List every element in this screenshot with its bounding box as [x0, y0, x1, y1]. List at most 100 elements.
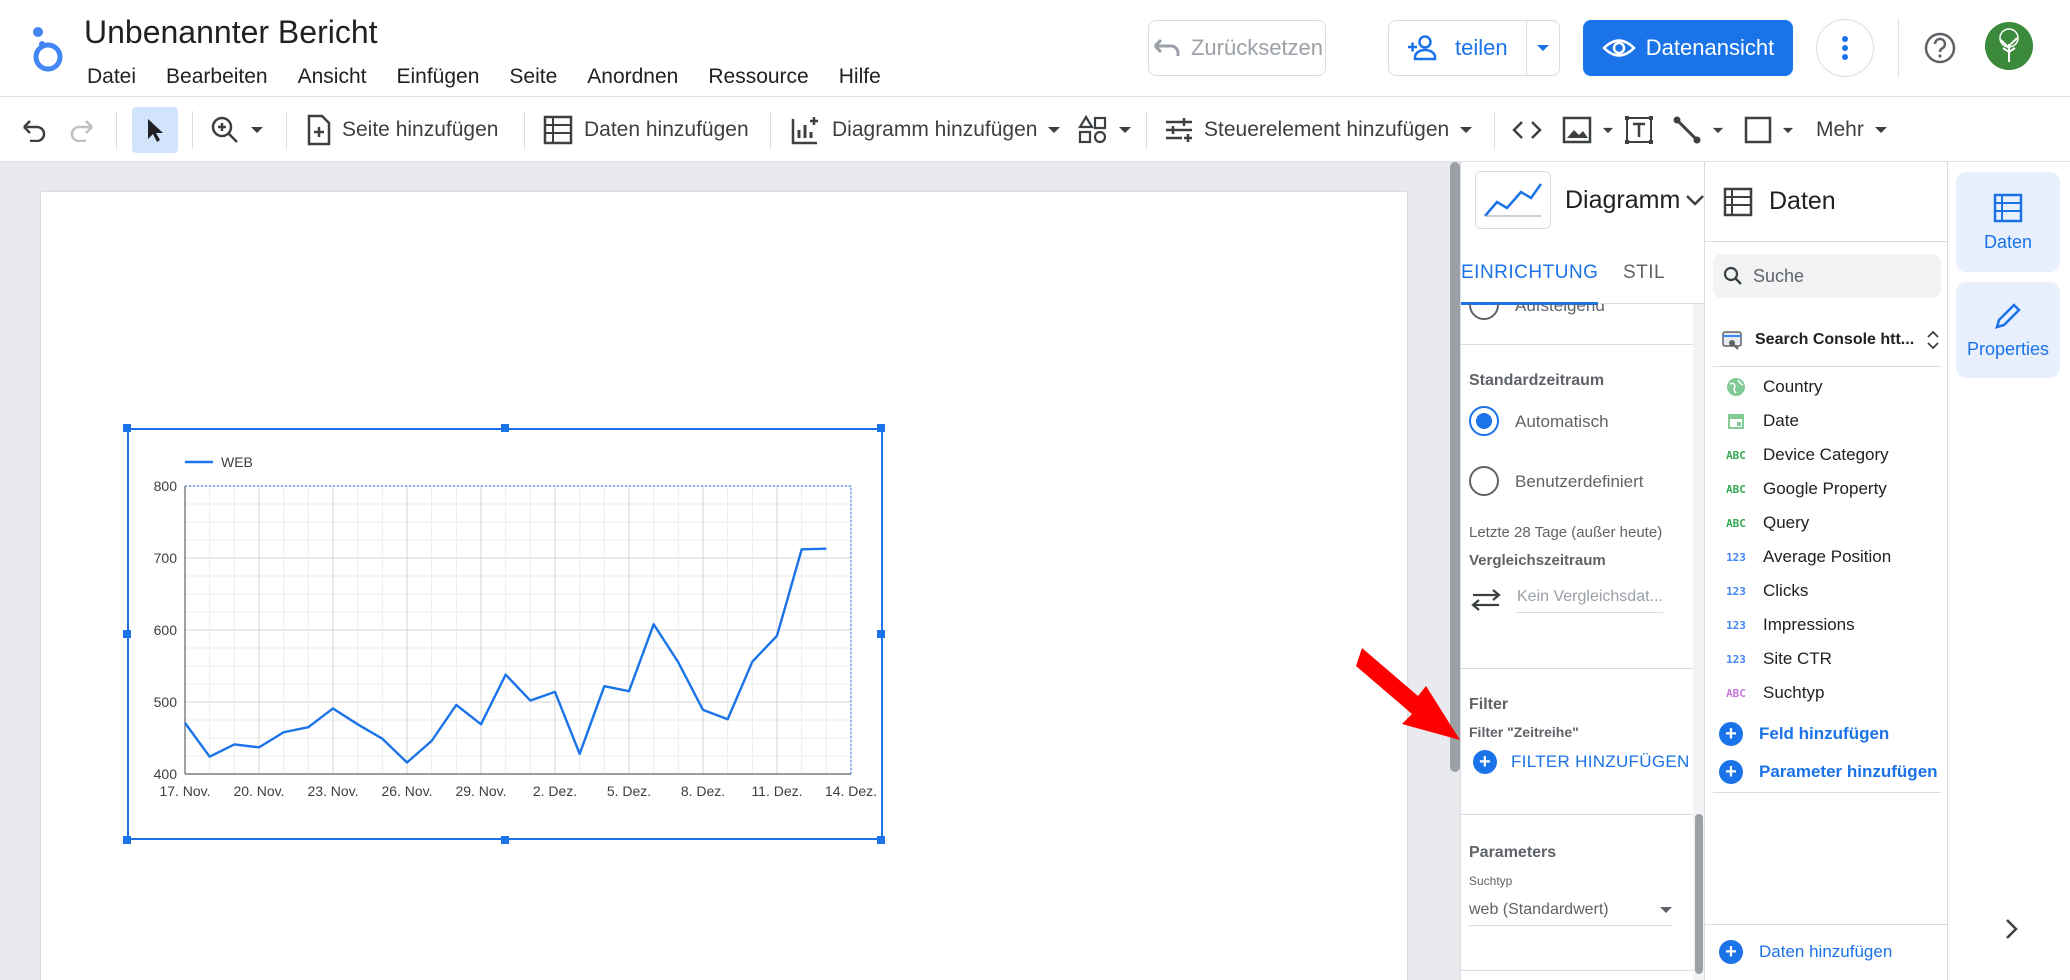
add-data-source-label: Daten hinzufügen: [1759, 942, 1893, 961]
filter-heading: Filter: [1469, 696, 1509, 713]
field-name: Google Property: [1763, 479, 1887, 498]
user-avatar[interactable]: [1985, 22, 2033, 70]
add-circle-icon: +: [1719, 760, 1743, 784]
report-page[interactable]: 400 500 600 700 800 17. Nov. 20. Nov. 23. Nov. 2…: [41, 192, 1407, 980]
field-item[interactable]: 123 Average Position: [1725, 542, 1891, 572]
toolbar-divider: [770, 111, 771, 149]
add-field-button[interactable]: + Feld hinzufügen: [1719, 718, 1889, 750]
toolbar-divider: [524, 111, 525, 149]
canvas-scrollbar[interactable]: [1448, 162, 1460, 980]
menu-page[interactable]: Seite: [494, 62, 572, 92]
add-chart-button[interactable]: Diagramm hinzufügen: [790, 107, 1061, 153]
x-tick-label: 2. Dez.: [533, 783, 577, 799]
field-item[interactable]: ABC Device Category: [1725, 440, 1889, 470]
menu-edit[interactable]: Bearbeiten: [151, 62, 283, 92]
data-source-header[interactable]: Search Console htt...: [1721, 322, 1945, 358]
field-item[interactable]: Date: [1725, 406, 1799, 436]
cursor-icon: [148, 119, 163, 142]
embed-code-button[interactable]: [1512, 107, 1542, 153]
insert-line-button[interactable]: [1672, 107, 1724, 153]
data-view-button[interactable]: Datenansicht: [1583, 20, 1793, 76]
setup-panel-body: Aufsteigend Standardzeitraum Automatisch…: [1461, 304, 1693, 980]
field-item[interactable]: ABC Google Property: [1725, 474, 1887, 504]
add-data-label: Daten hinzufügen: [584, 118, 749, 141]
time-series-chart[interactable]: 400 500 600 700 800 17. Nov. 20. Nov. 23. Nov. 2…: [129, 430, 881, 838]
menu-view[interactable]: Ansicht: [283, 62, 382, 92]
chevron-down-icon: [1660, 906, 1672, 913]
add-page-button[interactable]: Seite hinzufügen: [306, 107, 498, 153]
data-source-name: Search Console htt...: [1755, 331, 1915, 348]
search-placeholder: Suche: [1753, 265, 1805, 286]
tab-setup[interactable]: EINRICHTUNG: [1461, 242, 1599, 305]
compare-range-select[interactable]: Kein Vergleichsdat...: [1469, 580, 1679, 620]
search-type-select[interactable]: web (Standardwert): [1469, 894, 1673, 926]
range-custom-label: Benutzerdefiniert: [1515, 472, 1644, 491]
menu-arrange[interactable]: Anordnen: [572, 62, 693, 92]
field-search-input[interactable]: Suche: [1713, 254, 1941, 298]
field-item[interactable]: 123 Impressions: [1725, 610, 1855, 640]
field-item[interactable]: ABC Query: [1725, 508, 1809, 538]
menu-file[interactable]: Datei: [84, 62, 151, 92]
looker-studio-logo[interactable]: [28, 22, 68, 72]
sort-ascending-label: Aufsteigend: [1515, 304, 1605, 315]
field-item[interactable]: ABC Suchtyp: [1725, 678, 1824, 708]
menu-insert[interactable]: Einfügen: [381, 62, 494, 92]
x-tick-label: 17. Nov.: [159, 783, 210, 799]
tab-style[interactable]: STIL: [1623, 242, 1665, 304]
add-parameter-button[interactable]: + Parameter hinzufügen: [1719, 756, 1938, 788]
default-range-heading: Standardzeitraum: [1469, 372, 1605, 389]
range-auto-label: Automatisch: [1515, 412, 1609, 431]
rail-data-button[interactable]: Daten: [1956, 172, 2060, 272]
menu-resource[interactable]: Ressource: [693, 62, 823, 92]
help-icon: [1924, 32, 1956, 64]
line-chart-icon: [1475, 171, 1551, 229]
range-custom-radio[interactable]: [1469, 466, 1499, 496]
add-circle-icon: +: [1719, 940, 1743, 964]
number-type-icon: 123: [1726, 652, 1746, 666]
add-data-button[interactable]: Daten hinzufügen: [542, 107, 749, 153]
add-filter-button[interactable]: + FILTER HINZUFÜGEN: [1473, 746, 1690, 778]
more-options-button[interactable]: [1816, 19, 1874, 77]
add-component-button[interactable]: [1078, 107, 1132, 153]
range-auto-radio[interactable]: [1469, 406, 1499, 436]
toolbar-divider: [286, 111, 287, 149]
select-tool-button[interactable]: [132, 107, 178, 153]
collapse-icon[interactable]: [1926, 330, 1940, 350]
redo-button[interactable]: [68, 107, 96, 153]
menu-help[interactable]: Hilfe: [824, 62, 896, 92]
reset-button[interactable]: Zurücksetzen: [1148, 20, 1326, 76]
help-button[interactable]: [1918, 26, 1962, 70]
more-label: Mehr: [1816, 118, 1864, 141]
sort-ascending-radio[interactable]: [1469, 304, 1499, 320]
field-item[interactable]: 123 Clicks: [1725, 576, 1808, 606]
field-item[interactable]: 123 Site CTR: [1725, 644, 1832, 674]
annotation-arrow-icon: [1356, 648, 1460, 740]
rail-properties-button[interactable]: Properties: [1956, 282, 2060, 378]
insert-text-button[interactable]: [1624, 107, 1654, 153]
add-page-label: Seite hinzufügen: [342, 118, 499, 141]
x-tick-label: 26. Nov.: [381, 783, 432, 799]
more-button[interactable]: Mehr: [1816, 107, 1888, 153]
insert-image-button[interactable]: [1562, 107, 1614, 153]
chart-type-selector[interactable]: Diagramm: [1475, 170, 1705, 230]
add-filter-label: FILTER HINZUFÜGEN: [1511, 752, 1690, 771]
undo-button[interactable]: [20, 107, 48, 153]
parameters-heading: Parameters: [1469, 844, 1557, 861]
share-dropdown-icon[interactable]: [1527, 44, 1559, 52]
x-tick-label: 20. Nov.: [233, 783, 284, 799]
search-icon: [1723, 266, 1742, 285]
add-data-source-button[interactable]: + Daten hinzufügen: [1719, 936, 1892, 968]
field-item[interactable]: Country: [1725, 372, 1823, 402]
add-data-icon: [543, 115, 573, 145]
number-type-icon: 123: [1726, 584, 1746, 598]
y-tick-label: 400: [154, 766, 178, 782]
add-control-button[interactable]: Steuerelement hinzufügen: [1164, 107, 1473, 153]
toolbar-divider: [116, 111, 117, 149]
insert-shape-button[interactable]: [1744, 107, 1794, 153]
report-title[interactable]: Unbenannter Bericht: [84, 14, 378, 51]
app-header: Unbenannter Bericht Datei Bearbeiten Ans…: [0, 0, 2070, 96]
section-divider: [1461, 668, 1693, 669]
zoom-button[interactable]: [210, 107, 264, 153]
chevron-right-icon[interactable]: [2003, 916, 2019, 948]
share-button[interactable]: teilen: [1388, 20, 1560, 76]
